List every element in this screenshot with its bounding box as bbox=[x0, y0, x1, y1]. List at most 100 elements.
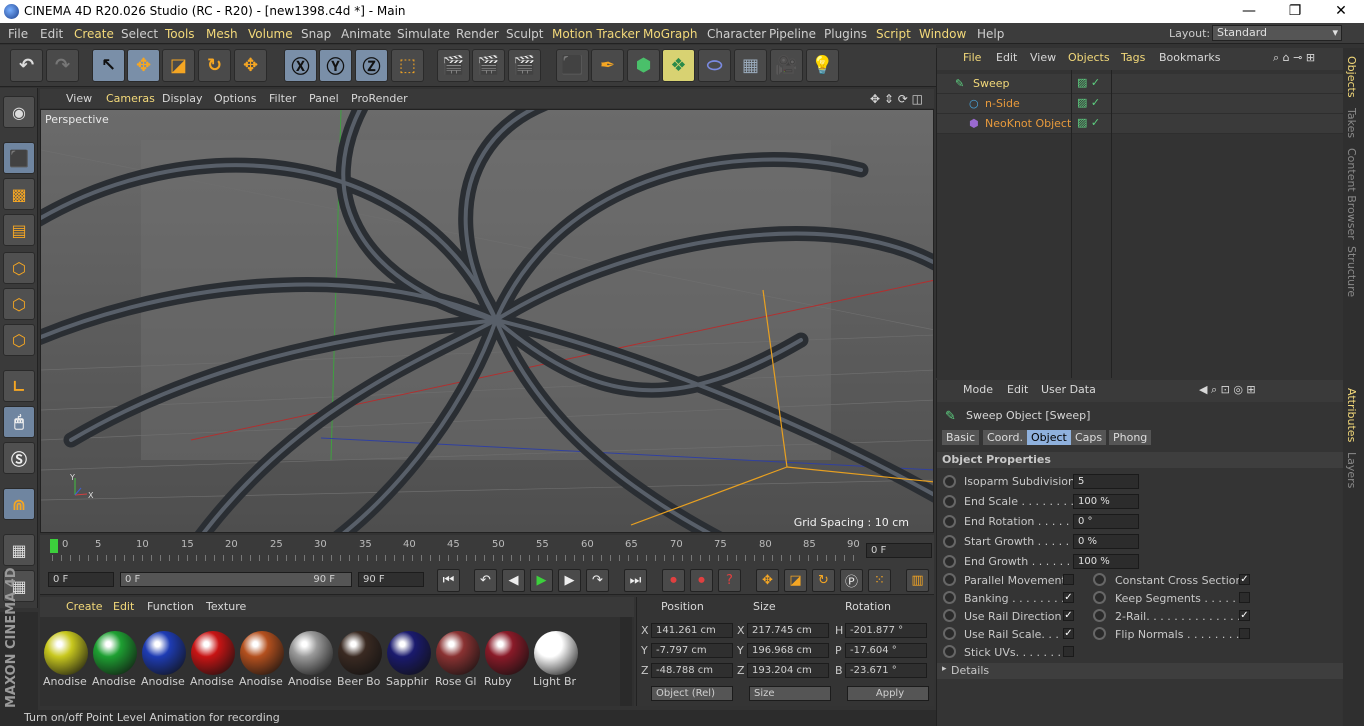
keyframe-selection-icon[interactable]: ? bbox=[718, 569, 741, 592]
light-icon[interactable]: 💡 bbox=[806, 49, 839, 82]
side-tab-attributes[interactable]: Attributes bbox=[1345, 388, 1358, 442]
menu-tools[interactable]: Tools bbox=[165, 27, 195, 41]
menu-snap[interactable]: Snap bbox=[301, 27, 331, 41]
property-checkbox[interactable]: ✓ bbox=[1239, 574, 1250, 585]
material-swatch[interactable] bbox=[485, 631, 529, 675]
om-menu-tags[interactable]: Tags bbox=[1121, 51, 1145, 64]
viewport-menu-options[interactable]: Options bbox=[214, 92, 256, 105]
material-swatch[interactable] bbox=[191, 631, 235, 675]
render-view-icon[interactable]: 🎬 bbox=[437, 49, 470, 82]
material-swatch[interactable] bbox=[93, 631, 137, 675]
visibility-check-icon[interactable]: ▨ ✓ bbox=[1077, 116, 1100, 129]
texture-mode-icon[interactable]: ▩ bbox=[3, 178, 35, 210]
property-value-field[interactable]: 100 % bbox=[1073, 554, 1139, 569]
attr-menu-mode[interactable]: Mode bbox=[963, 383, 993, 396]
property-value-field[interactable]: 0 % bbox=[1073, 534, 1139, 549]
animation-radio-icon[interactable] bbox=[943, 609, 956, 622]
record-active-objects-icon[interactable]: ⏺ bbox=[662, 569, 685, 592]
coord-rotation-field[interactable]: -23.671 ° bbox=[845, 663, 927, 678]
locked-workplane-icon[interactable]: ▦ bbox=[3, 534, 35, 566]
menu-volume[interactable]: Volume bbox=[248, 27, 293, 41]
animation-radio-icon[interactable] bbox=[1093, 591, 1106, 604]
edges-mode-icon[interactable]: ⬡ bbox=[3, 288, 35, 320]
minimize-button[interactable]: — bbox=[1226, 0, 1272, 23]
material-swatch[interactable] bbox=[387, 631, 431, 675]
snap-magnet-icon[interactable]: ⋒ bbox=[3, 488, 35, 520]
next-frame-icon[interactable]: ▶ bbox=[558, 569, 581, 592]
points-mode-icon[interactable]: ⬡ bbox=[3, 252, 35, 284]
pen-spline-icon[interactable]: ✒ bbox=[591, 49, 624, 82]
render-settings-icon[interactable]: 🎬 bbox=[508, 49, 541, 82]
material-scrollbar[interactable] bbox=[620, 617, 632, 706]
start-frame-field[interactable]: 0 F bbox=[48, 572, 114, 587]
go-to-start-icon[interactable]: ⏮ bbox=[437, 569, 460, 592]
menu-help[interactable]: Help bbox=[977, 27, 1004, 41]
coord-position-field[interactable]: 141.261 cm bbox=[651, 623, 733, 638]
om-menu-file[interactable]: File bbox=[963, 51, 981, 64]
menu-window[interactable]: Window bbox=[919, 27, 966, 41]
y-axis-icon[interactable]: Ⓨ bbox=[319, 49, 352, 82]
menu-script[interactable]: Script bbox=[876, 27, 911, 41]
object-row[interactable]: ✎ Sweep ▨ ✓ bbox=[937, 74, 1343, 94]
animation-radio-icon[interactable] bbox=[943, 515, 956, 528]
record-point-level-icon[interactable]: ⁙ bbox=[868, 569, 891, 592]
animation-radio-icon[interactable] bbox=[943, 555, 956, 568]
attr-menu-user-data[interactable]: User Data bbox=[1041, 383, 1096, 396]
material-swatch[interactable] bbox=[44, 631, 88, 675]
om-menu-edit[interactable]: Edit bbox=[996, 51, 1017, 64]
menu-mograph[interactable]: MoGraph bbox=[643, 27, 698, 41]
menu-character[interactable]: Character bbox=[707, 27, 766, 41]
object-row[interactable]: ○ n-Side ▨ ✓ bbox=[937, 94, 1343, 114]
solo-mode-icon[interactable]: Ⓢ bbox=[3, 442, 35, 474]
record-scale-icon[interactable]: ◪ bbox=[784, 569, 807, 592]
x-axis-icon[interactable]: Ⓧ bbox=[284, 49, 317, 82]
animation-radio-icon[interactable] bbox=[1093, 627, 1106, 640]
next-key-icon[interactable]: ↷ bbox=[586, 569, 609, 592]
cube-primitive-icon[interactable]: ⬛ bbox=[556, 49, 589, 82]
details-section[interactable]: Details ▸ bbox=[937, 663, 1343, 679]
property-checkbox[interactable]: ✓ bbox=[1063, 592, 1074, 603]
coord-size-field[interactable]: 217.745 cm bbox=[747, 623, 829, 638]
coord-position-field[interactable]: -48.788 cm bbox=[651, 663, 733, 678]
tab-phong[interactable]: Phong bbox=[1109, 430, 1152, 445]
scale-tool-icon[interactable]: ◪ bbox=[162, 49, 195, 82]
axis-mode-icon[interactable]: ∟ bbox=[3, 370, 35, 402]
property-checkbox[interactable] bbox=[1239, 628, 1250, 639]
menu-animate[interactable]: Animate bbox=[341, 27, 391, 41]
viewport-navigation-icons[interactable]: ✥ ⇕ ⟳ ◫ bbox=[870, 92, 923, 106]
visibility-check-icon[interactable]: ▨ ✓ bbox=[1077, 96, 1100, 109]
menu-create[interactable]: Create bbox=[74, 27, 114, 41]
render-picture-viewer-icon[interactable]: 🎬 bbox=[472, 49, 505, 82]
maximize-button[interactable]: ❐ bbox=[1272, 0, 1318, 23]
viewport-menu-filter[interactable]: Filter bbox=[269, 92, 296, 105]
property-checkbox[interactable]: ✓ bbox=[1063, 610, 1074, 621]
material-swatch[interactable] bbox=[240, 631, 284, 675]
tweak-mode-icon[interactable]: 🖱 bbox=[3, 406, 35, 438]
record-position-icon[interactable]: ✥ bbox=[756, 569, 779, 592]
apply-button[interactable]: Apply bbox=[847, 686, 929, 701]
perspective-viewport[interactable]: YX Perspective Grid Spacing : 10 cm bbox=[40, 109, 934, 533]
tab-object[interactable]: Object bbox=[1027, 430, 1071, 445]
animation-radio-icon[interactable] bbox=[1093, 573, 1106, 586]
go-to-end-icon[interactable]: ⏭ bbox=[624, 569, 647, 592]
viewport-menu-cameras[interactable]: Cameras bbox=[106, 92, 155, 105]
menu-plugins[interactable]: Plugins bbox=[824, 27, 867, 41]
coord-position-field[interactable]: -7.797 cm bbox=[651, 643, 733, 658]
menu-select[interactable]: Select bbox=[121, 27, 158, 41]
menu-pipeline[interactable]: Pipeline bbox=[769, 27, 816, 41]
property-value-field[interactable]: 0 ° bbox=[1073, 514, 1139, 529]
side-tab-objects[interactable]: Objects bbox=[1345, 56, 1358, 98]
object-row[interactable]: ⬢ NeoKnot Object ▨ ✓ bbox=[937, 114, 1343, 134]
attr-toolbar-icons[interactable]: ◀ ⌕ ⊡ ◎ ⊞ bbox=[1199, 383, 1256, 397]
animation-radio-icon[interactable] bbox=[943, 495, 956, 508]
property-value-field[interactable]: 100 % bbox=[1073, 494, 1139, 509]
om-toolbar-icons[interactable]: ⌕ ⌂ ⊸ ⊞ bbox=[1273, 51, 1315, 65]
model-mode-icon[interactable]: ⬛ bbox=[3, 142, 35, 174]
property-checkbox[interactable] bbox=[1063, 574, 1074, 585]
timeline-playhead[interactable] bbox=[50, 539, 58, 553]
material-menu-texture[interactable]: Texture bbox=[206, 600, 246, 613]
om-menu-view[interactable]: View bbox=[1030, 51, 1056, 64]
move-tool-icon[interactable]: ✥ bbox=[127, 49, 160, 82]
recent-tool-icon[interactable]: ✥ bbox=[234, 49, 267, 82]
menu-motion-tracker[interactable]: Motion Tracker bbox=[552, 27, 640, 41]
